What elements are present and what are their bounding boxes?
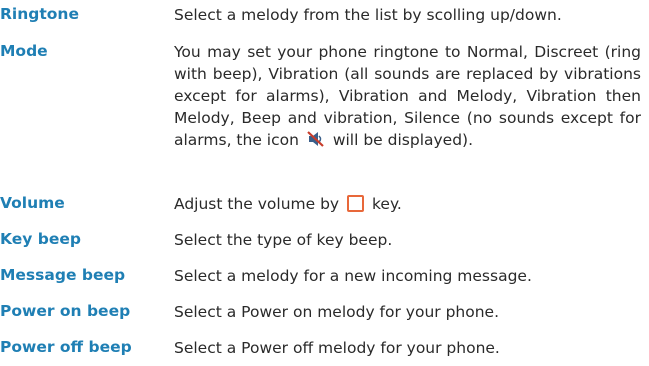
- setting-ringtone: Ringtone Select a melody from the list b…: [0, 4, 649, 26]
- setting-term: Volume: [0, 194, 65, 212]
- setting-description-text: key.: [371, 195, 402, 213]
- setting-term: Ringtone: [0, 5, 79, 23]
- setting-term: Mode: [0, 42, 48, 60]
- setting-description: You may set your phone ringtone to Norma…: [174, 41, 641, 154]
- setting-description: Select the type of key beep.: [174, 231, 393, 249]
- setting-message-beep: Message beep Select a melody for a new i…: [0, 265, 649, 287]
- setting-term: Power off beep: [0, 338, 132, 356]
- setting-term: Key beep: [0, 230, 81, 248]
- setting-mode: Mode You may set your phone ringtone to …: [0, 41, 649, 154]
- setting-description-text: will be displayed).: [332, 131, 474, 149]
- volume-key-icon: [347, 195, 365, 212]
- setting-volume: Volume Adjust the volume by key.: [0, 193, 649, 215]
- setting-description: Select a melody for a new incoming messa…: [174, 267, 532, 285]
- setting-term: Message beep: [0, 266, 126, 284]
- setting-description-text: Adjust the volume by: [174, 195, 340, 213]
- setting-description: Adjust the volume by key.: [174, 193, 641, 215]
- setting-term: Power on beep: [0, 302, 131, 320]
- ringtone-settings-document: Ringtone Select a melody from the list b…: [0, 0, 649, 366]
- setting-description: Select a melody from the list by scollin…: [174, 6, 562, 24]
- setting-key-beep: Key beep Select the type of key beep.: [0, 229, 649, 251]
- setting-description: Select a Power on melody for your phone.: [174, 303, 500, 321]
- setting-power-on-beep: Power on beep Select a Power on melody f…: [0, 301, 649, 323]
- setting-power-off-beep: Power off beep Select a Power off melody…: [0, 337, 649, 359]
- silent-mode-icon: [306, 130, 326, 154]
- setting-description: Select a Power off melody for your phone…: [174, 339, 500, 357]
